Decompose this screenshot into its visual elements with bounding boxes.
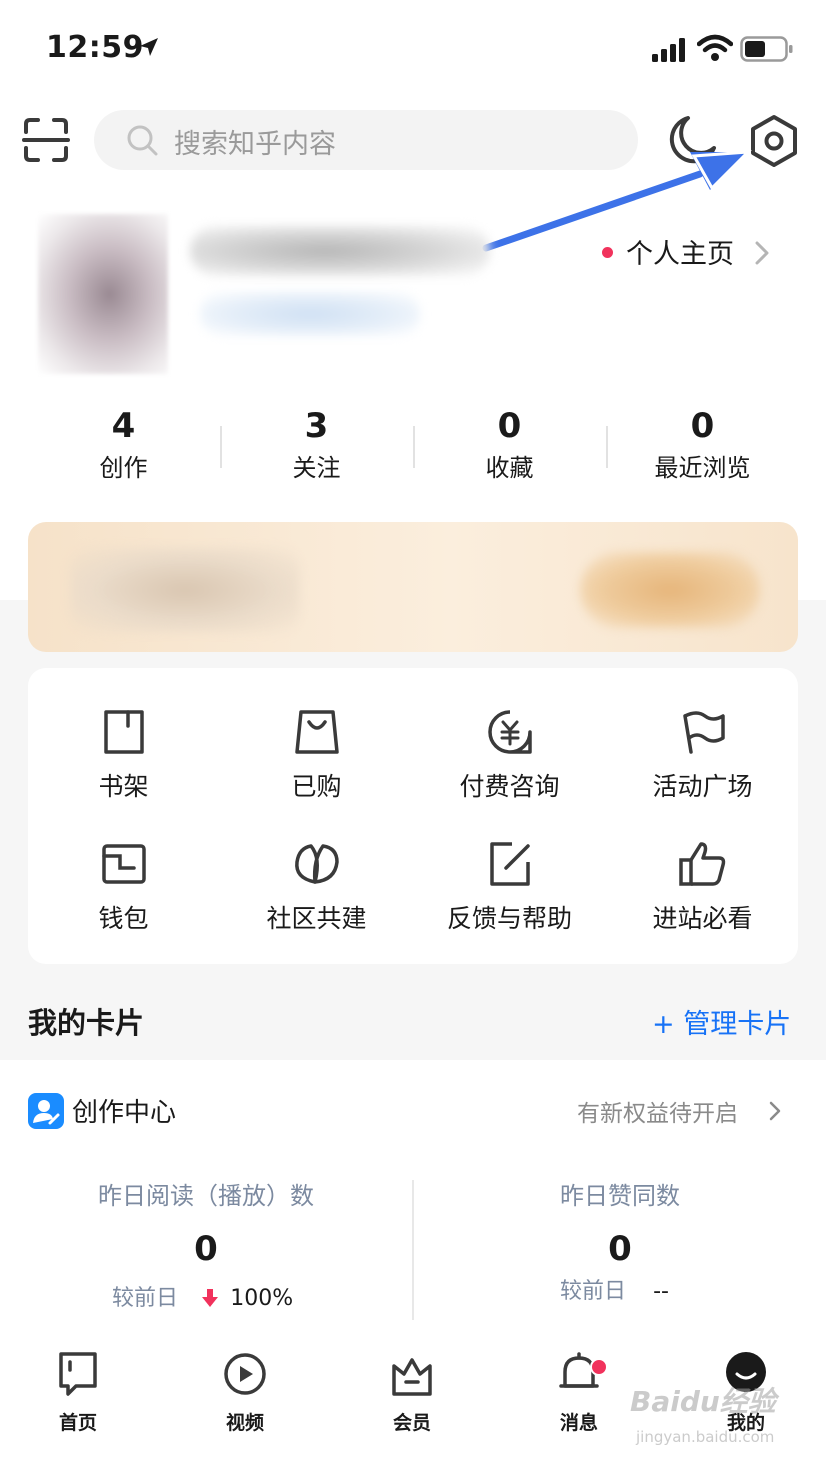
tab-label: 视频 [225, 1412, 264, 1434]
chevron-right-icon [769, 1101, 781, 1121]
grid-item-paid-consult[interactable]: 付费咨询 [413, 706, 606, 804]
stat-value: 0 [690, 406, 715, 446]
stat-label: 收藏 [485, 454, 534, 482]
messages-badge-dot [590, 1358, 608, 1376]
grid-item-wallet[interactable]: 钱包 [27, 838, 220, 936]
creator-person-icon [33, 1100, 60, 1125]
grid-item-label: 反馈与帮助 [446, 904, 572, 933]
cellular-signal-icon [652, 38, 685, 62]
metric-yesterday-reads[interactable]: 昨日阅读（播放）数 0 [16, 1180, 396, 1272]
metric-compare-reads: 较前日 100% [112, 1280, 293, 1312]
compare-value: 100% [230, 1286, 294, 1311]
grid-item-label: 已购 [291, 772, 342, 801]
grid-item-bookshelf[interactable]: 书架 [27, 706, 220, 804]
status-time: 12:59 [46, 30, 144, 65]
stat-recent[interactable]: 0 最近浏览 [606, 402, 799, 484]
grid-item-label: 钱包 [98, 904, 149, 933]
location-arrow-icon [140, 38, 158, 56]
grid-item-label: 进站必看 [652, 904, 753, 933]
search-placeholder: 搜索知乎内容 [174, 129, 336, 160]
tab-label: 会员 [392, 1412, 431, 1434]
wallet-icon [101, 844, 146, 884]
username-blurred [190, 226, 490, 276]
manage-cards-button[interactable]: + 管理卡片 [652, 1002, 791, 1041]
chevron-right-icon [755, 241, 769, 265]
scan-icon[interactable] [22, 116, 70, 164]
stat-favorites[interactable]: 0 收藏 [413, 402, 606, 484]
grid-item-label: 付费咨询 [459, 772, 560, 801]
tab-messages[interactable]: 消息 [529, 1350, 629, 1435]
user-subtitle-blurred [200, 292, 420, 336]
tab-vip[interactable]: 会员 [362, 1350, 462, 1435]
stat-value: 4 [111, 406, 136, 446]
metric-compare-likes: 较前日 -- [560, 1273, 669, 1305]
stat-label: 关注 [292, 454, 341, 482]
banner-button-blurred[interactable] [580, 552, 760, 628]
banner-text-blurred [70, 548, 300, 632]
grid-item-activity[interactable]: 活动广场 [606, 706, 799, 804]
thumbs-up-icon [678, 842, 725, 886]
edit-icon [489, 842, 530, 886]
video-icon [224, 1353, 266, 1395]
home-icon [59, 1352, 97, 1396]
grid-item-guide[interactable]: 进站必看 [606, 838, 799, 936]
creator-center-icon [28, 1093, 64, 1129]
shopping-bag-icon [294, 710, 339, 754]
compare-label: 较前日 [112, 1286, 179, 1311]
search-icon [127, 125, 158, 156]
avatar[interactable] [38, 214, 168, 374]
down-arrow-icon [202, 1289, 219, 1307]
battery-icon [740, 36, 793, 62]
watermark-url: jingyan.baidu.com [636, 1428, 775, 1446]
grid-item-purchased[interactable]: 已购 [220, 706, 413, 804]
stat-value: 3 [304, 406, 329, 446]
grid-item-community[interactable]: 社区共建 [220, 838, 413, 936]
metric-label: 昨日赞同数 [560, 1182, 680, 1210]
tab-video[interactable]: 视频 [195, 1350, 295, 1435]
stat-value: 0 [497, 406, 522, 446]
metric-label: 昨日阅读（播放）数 [98, 1182, 314, 1210]
tab-label: 首页 [58, 1412, 97, 1434]
creator-center-title[interactable]: 创作中心 [72, 1092, 176, 1129]
profile-home-link[interactable]: 个人主页 [626, 232, 734, 271]
metric-value: 0 [608, 1229, 632, 1269]
tab-home[interactable]: 首页 [28, 1350, 128, 1435]
tab-label: 消息 [559, 1412, 598, 1434]
bookshelf-icon [103, 710, 144, 754]
stat-label: 创作 [99, 454, 148, 482]
wifi-icon [697, 34, 733, 61]
paid-consult-icon [487, 710, 532, 754]
stat-following[interactable]: 3 关注 [220, 402, 413, 484]
compare-value: -- [653, 1279, 669, 1304]
grid-item-label: 活动广场 [652, 772, 753, 801]
stat-creations[interactable]: 4 创作 [27, 402, 220, 484]
grid-item-feedback[interactable]: 反馈与帮助 [413, 838, 606, 936]
compare-label: 较前日 [560, 1279, 627, 1304]
flag-icon [682, 711, 725, 754]
creator-center-status[interactable]: 有新权益待开启 [577, 1094, 738, 1128]
watermark: Baidu经验 [630, 1385, 776, 1418]
metric-value: 0 [194, 1229, 218, 1269]
my-cards-title: 我的卡片 [28, 1006, 145, 1040]
metric-divider [412, 1180, 414, 1320]
grid-item-label: 书架 [98, 772, 149, 801]
leaf-icon [294, 844, 339, 884]
profile-notification-dot [602, 247, 613, 258]
metric-yesterday-likes[interactable]: 昨日赞同数 0 [430, 1180, 810, 1272]
grid-item-label: 社区共建 [266, 904, 367, 933]
vip-crown-icon [392, 1358, 432, 1396]
stat-label: 最近浏览 [654, 454, 751, 482]
